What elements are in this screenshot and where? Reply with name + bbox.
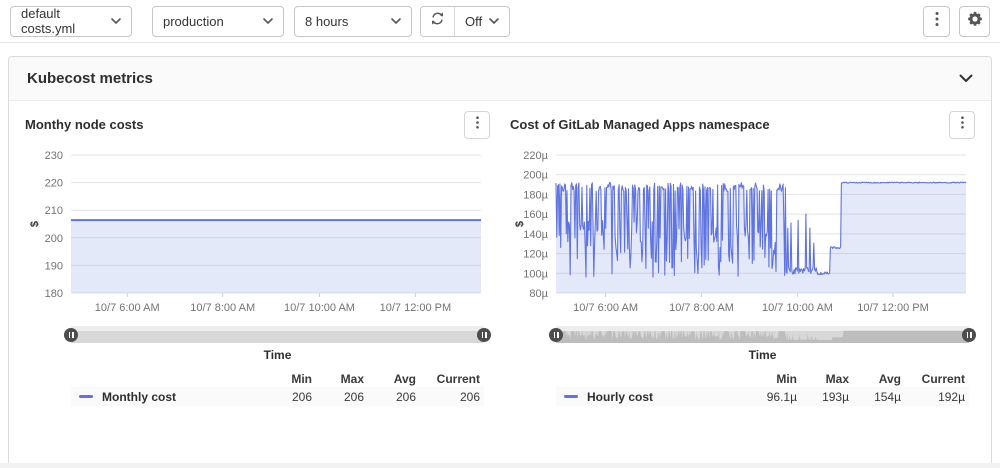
- legend-header-row: Min Max Avg Current: [556, 370, 969, 387]
- chart-header: Cost of GitLab Managed Apps namespace: [510, 111, 975, 143]
- svg-text:10/7 12:00 PM: 10/7 12:00 PM: [380, 302, 452, 314]
- chevron-down-icon: [391, 18, 401, 24]
- dashboard-toolbar: default costs.yml production 8 hours: [0, 0, 1000, 43]
- svg-text:140µ: 140µ: [523, 229, 548, 241]
- collapse-chevron-icon[interactable]: [959, 70, 973, 88]
- brush-sparkline: [556, 326, 969, 343]
- svg-text:180µ: 180µ: [523, 189, 548, 201]
- legend-series-row[interactable]: Hourly cost 96.1µ 193µ 154µ 192µ: [556, 387, 969, 406]
- legend-header-max: Max: [312, 372, 364, 386]
- chart-monthly-node-costs: Monthy node costs 180 190 200 210 220 230 10/7…: [25, 111, 490, 406]
- series-marker: [79, 395, 93, 398]
- brush-handle-left[interactable]: [64, 328, 78, 342]
- legend-header-current: Current: [901, 372, 965, 386]
- svg-text:100µ: 100µ: [523, 268, 548, 280]
- managed-apps-cost-chart-canvas[interactable]: 80µ 100µ 120µ 140µ 160µ 180µ 200µ 220µ 10/7 6:00…: [510, 145, 975, 323]
- svg-text:10/7 12:00 PM: 10/7 12:00 PM: [857, 302, 929, 314]
- environment-select-value: production: [163, 14, 224, 29]
- chart-legend: Min Max Avg Current Monthly cost 206 206…: [71, 370, 484, 406]
- gear-icon: [967, 11, 983, 32]
- environment-select[interactable]: production: [152, 6, 284, 37]
- svg-text:$: $: [29, 221, 41, 227]
- time-range-select-value: 8 hours: [305, 14, 348, 29]
- series-marker: [564, 395, 578, 398]
- brush-handle-left[interactable]: [549, 328, 563, 342]
- chart-actions-menu-button[interactable]: [464, 111, 490, 139]
- panel-body: Monthy node costs 180 190 200 210 220 230 10/7…: [9, 101, 991, 406]
- legend-header-min: Min: [745, 372, 797, 386]
- svg-text:200: 200: [45, 233, 63, 245]
- time-range-brush[interactable]: [71, 326, 484, 343]
- panel-header[interactable]: Kubecost metrics: [9, 57, 991, 101]
- chart-header: Monthy node costs: [25, 111, 490, 143]
- metrics-settings-button[interactable]: [959, 6, 990, 37]
- monthly-node-costs-chart-canvas[interactable]: 180 190 200 210 220 230 10/7 6:00 AM 10/7 8:00 …: [25, 145, 490, 323]
- chevron-down-icon: [263, 18, 273, 24]
- refresh-button[interactable]: [421, 7, 455, 36]
- legend-header-avg: Avg: [364, 372, 416, 386]
- auto-refresh-interval-dropdown[interactable]: Off: [455, 7, 509, 36]
- svg-text:10/7 8:00 AM: 10/7 8:00 AM: [190, 302, 255, 314]
- legend-header-max: Max: [797, 372, 849, 386]
- svg-text:120µ: 120µ: [523, 249, 548, 261]
- dashboard-file-select-value: default costs.yml: [21, 6, 111, 36]
- chart-managed-apps-cost: Cost of GitLab Managed Apps namespace 80…: [510, 111, 975, 406]
- x-axis-title: Time: [556, 348, 969, 366]
- chart-actions-menu-button[interactable]: [949, 111, 975, 139]
- svg-text:200µ: 200µ: [523, 170, 548, 182]
- chart-title: Monthy node costs: [25, 111, 143, 132]
- svg-text:10/7 10:00 AM: 10/7 10:00 AM: [284, 302, 355, 314]
- brush-handle-right[interactable]: [962, 328, 976, 342]
- panel-title: Kubecost metrics: [27, 70, 153, 87]
- refresh-icon: [430, 11, 445, 31]
- svg-text:190: 190: [45, 260, 63, 272]
- kebab-menu-icon: [935, 11, 939, 32]
- chart-title: Cost of GitLab Managed Apps namespace: [510, 111, 770, 132]
- chevron-down-icon: [111, 18, 121, 24]
- svg-text:220µ: 220µ: [523, 150, 548, 162]
- series-min-value: 206: [260, 390, 312, 404]
- kebab-menu-icon: [476, 116, 479, 134]
- series-avg-value: 206: [364, 390, 416, 404]
- legend-series-row[interactable]: Monthly cost 206 206 206 206: [71, 387, 484, 406]
- auto-refresh-interval-value: Off: [465, 14, 482, 29]
- svg-text:160µ: 160µ: [523, 209, 548, 221]
- legend-header-min: Min: [260, 372, 312, 386]
- legend-header-current: Current: [416, 372, 480, 386]
- x-axis-title: Time: [71, 348, 484, 366]
- series-min-value: 96.1µ: [745, 390, 797, 404]
- series-current-value: 192µ: [901, 390, 965, 404]
- svg-text:230: 230: [45, 150, 63, 162]
- svg-text:10/7 8:00 AM: 10/7 8:00 AM: [669, 302, 734, 314]
- time-range-select[interactable]: 8 hours: [294, 6, 412, 37]
- brush-handle-right[interactable]: [477, 328, 491, 342]
- chevron-down-icon: [489, 18, 499, 24]
- legend-series-name: Hourly cost: [564, 390, 745, 404]
- svg-text:210: 210: [45, 205, 63, 217]
- svg-text:180: 180: [45, 288, 63, 300]
- legend-header-row: Min Max Avg Current: [71, 370, 484, 387]
- dashboard-actions-menu-button[interactable]: [923, 6, 950, 37]
- refresh-button-group: Off: [420, 6, 510, 37]
- series-avg-value: 154µ: [849, 390, 901, 404]
- dashboard-file-select[interactable]: default costs.yml: [10, 6, 132, 37]
- svg-text:220: 220: [45, 178, 63, 190]
- series-max-value: 193µ: [797, 390, 849, 404]
- svg-text:10/7 6:00 AM: 10/7 6:00 AM: [573, 302, 638, 314]
- time-range-brush[interactable]: [556, 326, 969, 343]
- legend-series-name: Monthly cost: [79, 390, 260, 404]
- svg-text:10/7 10:00 AM: 10/7 10:00 AM: [762, 302, 833, 314]
- chart-legend: Min Max Avg Current Hourly cost 96.1µ 19…: [556, 370, 969, 406]
- page-bottom-strip: [0, 463, 1000, 468]
- svg-text:10/7 6:00 AM: 10/7 6:00 AM: [95, 302, 160, 314]
- svg-text:$: $: [514, 221, 526, 227]
- legend-header-avg: Avg: [849, 372, 901, 386]
- series-current-value: 206: [416, 390, 480, 404]
- kebab-menu-icon: [961, 116, 964, 134]
- series-max-value: 206: [312, 390, 364, 404]
- kubecost-metrics-panel: Kubecost metrics Monthy node costs 180 19…: [8, 56, 992, 463]
- svg-text:80µ: 80µ: [529, 288, 548, 300]
